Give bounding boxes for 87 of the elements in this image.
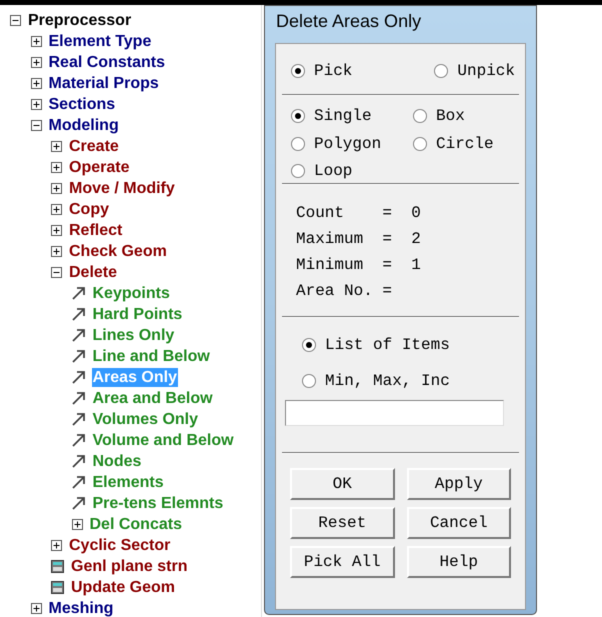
dialog-button[interactable]: OK: [290, 468, 394, 500]
radio-button[interactable]: [302, 374, 316, 388]
tree-item[interactable]: Sections: [48, 95, 116, 114]
expand-icon[interactable]: [51, 162, 62, 173]
tree-item[interactable]: Check Geom: [68, 242, 168, 261]
radio-label: Single: [314, 106, 372, 127]
arrow-icon: [72, 434, 86, 447]
tree-item[interactable]: Reflect: [68, 221, 124, 240]
collapse-icon[interactable]: [51, 267, 62, 278]
tree-item[interactable]: Line and Below: [92, 347, 211, 366]
tree-item[interactable]: Preprocessor: [27, 11, 132, 30]
tree-item[interactable]: Keypoints: [92, 284, 171, 303]
calculator-icon: [51, 560, 64, 573]
radio-button[interactable]: [291, 64, 305, 78]
arrow-icon: [72, 371, 86, 384]
arrow-icon: [72, 455, 86, 468]
arrow-icon: [72, 329, 86, 342]
dialog-button[interactable]: Help: [406, 546, 511, 578]
tree-item[interactable]: Elements: [92, 473, 165, 492]
count-line: Maximum = 2: [296, 229, 422, 250]
radio-button[interactable]: [302, 338, 316, 352]
radio-button[interactable]: [434, 64, 448, 78]
tree-item[interactable]: Update Geom: [70, 578, 176, 597]
radio-label: Polygon: [314, 134, 382, 155]
tree-item[interactable]: Operate: [68, 158, 130, 177]
expand-icon[interactable]: [51, 246, 62, 257]
expand-icon[interactable]: [30, 78, 42, 89]
expand-icon[interactable]: [30, 57, 42, 68]
tree-item[interactable]: Element Type: [48, 32, 152, 51]
dialog-button[interactable]: Cancel: [406, 507, 511, 539]
tree-item[interactable]: Material Props: [48, 74, 160, 93]
tree-item[interactable]: Area and Below: [92, 389, 214, 408]
radio-label: Loop: [314, 161, 352, 182]
collapse-icon[interactable]: [10, 15, 21, 26]
tree-item[interactable]: Delete: [68, 263, 118, 282]
tree-item[interactable]: Volumes Only: [92, 410, 200, 429]
dialog-button[interactable]: Reset: [290, 507, 394, 539]
collapse-icon[interactable]: [30, 120, 42, 131]
calculator-icon: [51, 581, 64, 594]
count-line: Count = 0: [296, 203, 422, 224]
expand-icon[interactable]: [30, 603, 42, 614]
input-field[interactable]: [285, 400, 504, 426]
tree-item[interactable]: Modeling: [48, 116, 120, 135]
arrow-icon: [72, 497, 86, 510]
expand-icon[interactable]: [30, 99, 42, 110]
expand-icon[interactable]: [51, 204, 62, 215]
count-line: Minimum = 1: [296, 255, 422, 276]
radio-label: Box: [436, 106, 465, 127]
tree-item[interactable]: Hard Points: [92, 305, 184, 324]
tree-item[interactable]: Del Concats: [88, 515, 183, 534]
arrow-icon: [72, 413, 86, 426]
tree-item[interactable]: Lines Only: [92, 326, 176, 345]
arrow-icon: [72, 476, 86, 489]
tree-item[interactable]: Pre-tens Elemnts: [92, 494, 224, 513]
radio-button[interactable]: [291, 164, 305, 178]
tree-item[interactable]: Volume and Below: [92, 431, 235, 450]
tree-item[interactable]: Create: [68, 137, 120, 156]
tree-item[interactable]: Copy: [68, 200, 110, 219]
dialog-button[interactable]: Pick All: [290, 546, 394, 578]
radio-button[interactable]: [413, 109, 427, 123]
window-title: Delete Areas Only: [275, 10, 422, 33]
tree-item[interactable]: Real Constants: [48, 53, 166, 72]
radio-label: List of Items: [325, 335, 450, 356]
radio-label: Circle: [436, 134, 494, 155]
radio-button[interactable]: [291, 136, 305, 151]
expand-icon[interactable]: [51, 225, 62, 236]
arrow-icon: [72, 287, 86, 300]
radio-button[interactable]: [291, 109, 305, 123]
radio-button[interactable]: [413, 136, 427, 151]
tree-item[interactable]: Nodes: [92, 452, 142, 471]
tree-item[interactable]: Cyclic Sector: [68, 536, 172, 555]
tree-item[interactable]: Move / Modify: [68, 179, 176, 198]
expand-icon[interactable]: [51, 141, 62, 152]
dialog-button[interactable]: Apply: [406, 468, 511, 500]
arrow-icon: [72, 308, 86, 321]
tree-item[interactable]: Genl plane strn: [70, 557, 188, 576]
radio-label: Unpick: [457, 61, 515, 82]
expand-icon[interactable]: [72, 519, 82, 530]
expand-icon[interactable]: [51, 183, 62, 194]
expand-icon[interactable]: [51, 540, 62, 551]
tree-item[interactable]: Meshing: [48, 599, 114, 617]
radio-label: Pick: [314, 61, 352, 82]
arrow-icon: [72, 392, 86, 405]
arrow-icon: [72, 350, 86, 363]
count-line: Area No. =: [296, 281, 394, 302]
expand-icon[interactable]: [30, 36, 42, 47]
radio-label: Min, Max, Inc: [325, 371, 450, 392]
